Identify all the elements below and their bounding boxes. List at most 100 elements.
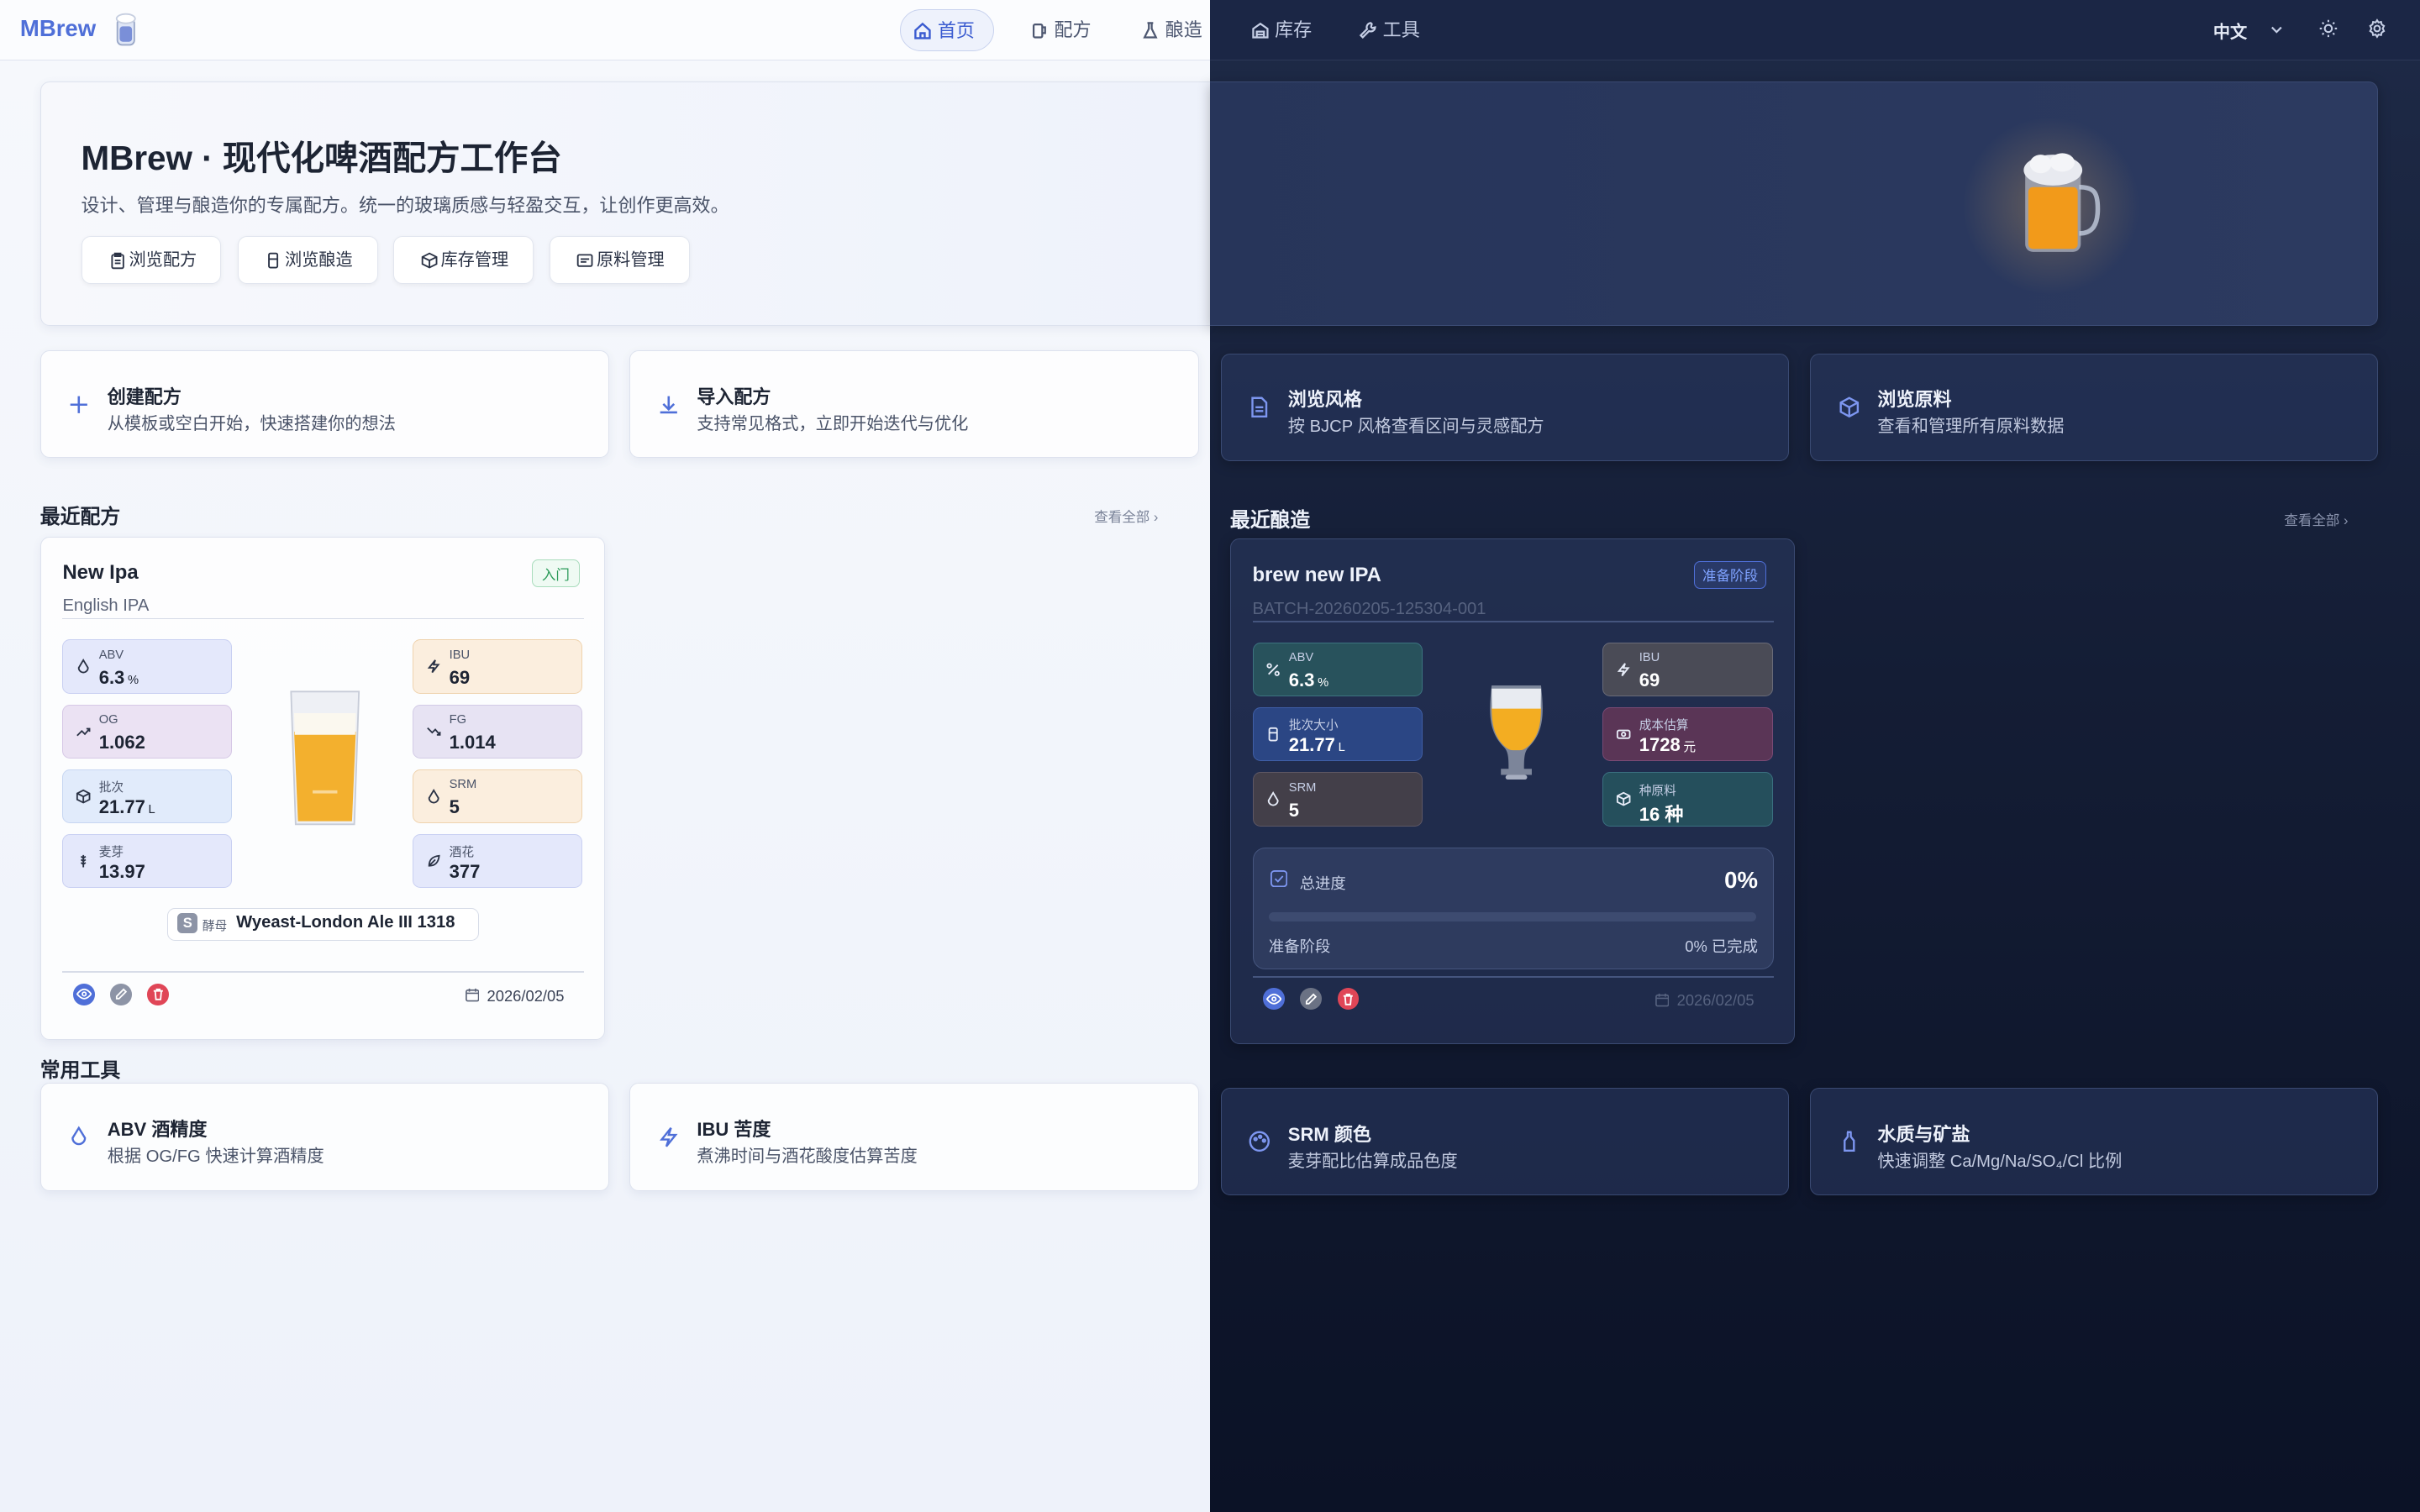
plus-icon (70, 396, 87, 413)
beer-tulip-illustration (1490, 685, 1543, 780)
trash-icon (1343, 993, 1353, 1005)
stat-abv: ABV 6.3% (1252, 643, 1423, 697)
ingredient-management-button[interactable]: 原料管理 (549, 236, 690, 284)
yeast-name: Wyeast-London Ale III 1318 (236, 913, 455, 932)
nav-brew[interactable]: 酿造 (1128, 9, 1202, 51)
eye-icon (76, 989, 92, 1000)
gear-icon[interactable] (2367, 18, 2387, 39)
stat-value: 21.77 (1288, 734, 1335, 756)
hero-panel-light: MBrew · 现代化啤酒配方工作台 设计、管理与酿造你的专属配方。统一的玻璃质… (39, 81, 1210, 326)
beer-glass-illustration (290, 690, 360, 826)
divider (1252, 621, 1775, 623)
stat-ingredients: 种原料 16 种 (1602, 772, 1773, 827)
progress-value: 0% (1724, 867, 1758, 894)
stage-completion: 0% 已完成 (1685, 937, 1758, 956)
hero-title: MBrew · 现代化啤酒配方工作台 (81, 139, 562, 178)
stat-value: 5 (449, 795, 460, 817)
stat-value: 13.97 (98, 861, 145, 883)
yeast-tag: 酵母 (202, 920, 228, 934)
app-logo[interactable]: MBrew (20, 15, 96, 42)
stage-badge: 准备阶段 (1693, 560, 1767, 590)
import-recipe-card[interactable]: 导入配方 支持常见格式，立即开始迭代与优化 (629, 349, 1200, 459)
stat-label: SRM (449, 777, 477, 791)
cube-icon (1839, 396, 1859, 418)
beer-mug-logo-icon (115, 13, 136, 46)
stat-srm: SRM 5 (413, 769, 583, 823)
brew-name[interactable]: brew new IPA (1253, 564, 1381, 587)
recent-recipes-view-all-link[interactable]: 查看全部 › (1094, 506, 1158, 526)
view-button[interactable] (73, 983, 96, 1005)
difficulty-badge: 入门 (531, 559, 580, 588)
browse-styles-title: 浏览风格 (1287, 389, 1362, 411)
lightning-icon (427, 659, 440, 674)
stat-label: IBU (1639, 651, 1660, 665)
stat-label: 批次 (98, 780, 124, 795)
import-recipe-subtitle: 支持常见格式，立即开始迭代与优化 (697, 414, 969, 433)
view-button[interactable] (1263, 988, 1286, 1011)
abv-tool-card[interactable]: ABV 酒精度 根据 OG/FG 快速计算酒精度 (39, 1083, 610, 1191)
top-nav-light: MBrew 首页 配方 酿造 (0, 0, 1210, 60)
brew-date: 2026/02/05 (1676, 991, 1754, 1010)
recipe-name[interactable]: New Ipa (62, 561, 138, 585)
recipe-card[interactable]: New Ipa 入门 English IPA ABV 6.3% OG 1.062… (39, 537, 605, 1040)
fermenter-icon (268, 253, 279, 269)
edit-button[interactable] (1300, 988, 1323, 1011)
chevron-down-icon[interactable] (2270, 24, 2283, 36)
lightning-icon (659, 1126, 678, 1147)
stat-unit: % (1318, 676, 1329, 690)
browse-brews-button[interactable]: 浏览酿造 (237, 236, 378, 284)
sun-theme-icon[interactable] (2318, 18, 2338, 39)
stat-unit: 元 (1683, 741, 1697, 755)
inventory-management-label: 库存管理 (440, 251, 509, 270)
stat-unit: L (1338, 741, 1345, 755)
cube-icon (1617, 792, 1631, 806)
browse-recipes-button[interactable]: 浏览配方 (82, 236, 221, 284)
ibu-tool-card[interactable]: IBU 苦度 煮沸时间与酒花酸度估算苦度 (629, 1083, 1200, 1191)
stat-value: 377 (449, 861, 481, 883)
browse-styles-card[interactable]: 浏览风格 按 BJCP 风格查看区间与灵感配方 (1220, 353, 1789, 462)
tools-heading: 常用工具 (39, 1059, 121, 1083)
hero-panel-dark (1209, 81, 2379, 326)
brew-card[interactable]: brew new IPA 准备阶段 BATCH-20260205-125304-… (1229, 538, 1796, 1045)
home-icon (914, 22, 932, 39)
nav-home[interactable]: 首页 (899, 9, 994, 51)
stat-og: OG 1.062 (62, 704, 233, 759)
stat-unit: % (128, 673, 139, 687)
srm-tool-card[interactable]: SRM 颜色 麦芽配比估算成品色度 (1220, 1087, 1789, 1196)
stat-value: 1.062 (98, 731, 145, 753)
drop-icon (428, 788, 439, 804)
delete-button[interactable] (1337, 988, 1360, 1011)
recent-brews-view-all-link[interactable]: 查看全部 › (2284, 509, 2348, 529)
box-icon (421, 253, 438, 269)
stat-label: 麦芽 (98, 845, 124, 859)
delete-button[interactable] (147, 983, 170, 1005)
progress-track (1268, 911, 1757, 921)
drop-icon (71, 1126, 87, 1146)
stat-ibu: IBU 69 (1602, 643, 1773, 697)
stat-cost: 成本估算 1728 元 (1602, 707, 1773, 762)
nav-recipes[interactable]: 配方 (1017, 9, 1092, 51)
recipe-style: English IPA (62, 596, 150, 615)
inventory-management-button[interactable]: 库存管理 (393, 236, 534, 284)
warehouse-icon (1252, 22, 1269, 39)
stat-abv: ABV 6.3% (62, 639, 233, 694)
water-tool-title: 水质与矿盐 (1877, 1123, 1970, 1145)
nav-inventory[interactable]: 库存 (1238, 9, 1312, 51)
create-recipe-card[interactable]: 创建配方 从模板或空白开始，快速搭建你的想法 (39, 349, 610, 459)
stat-label: 种原料 (1639, 784, 1676, 798)
browse-ingredients-card[interactable]: 浏览原料 查看和管理所有原料数据 (1810, 353, 2379, 462)
create-recipe-subtitle: 从模板或空白开始，快速搭建你的想法 (107, 414, 396, 433)
stat-value: 16 种 (1639, 803, 1684, 825)
nav-tools[interactable]: 工具 (1346, 9, 1420, 51)
water-tool-card[interactable]: 水质与矿盐 快速调整 Ca/Mg/Na/SO₄/Cl 比例 (1810, 1087, 2379, 1196)
top-nav-dark: 库存 工具 中文 (1209, 0, 2420, 60)
edit-button[interactable] (110, 983, 133, 1005)
box-icon (76, 789, 91, 804)
divider (62, 971, 585, 974)
language-select[interactable]: 中文 (2213, 18, 2247, 43)
recipe-date: 2026/02/05 (487, 986, 565, 1005)
stat-value: 69 (449, 666, 471, 688)
fermenter-icon (1268, 727, 1278, 742)
money-icon (1617, 729, 1631, 739)
calendar-icon (465, 989, 480, 1002)
